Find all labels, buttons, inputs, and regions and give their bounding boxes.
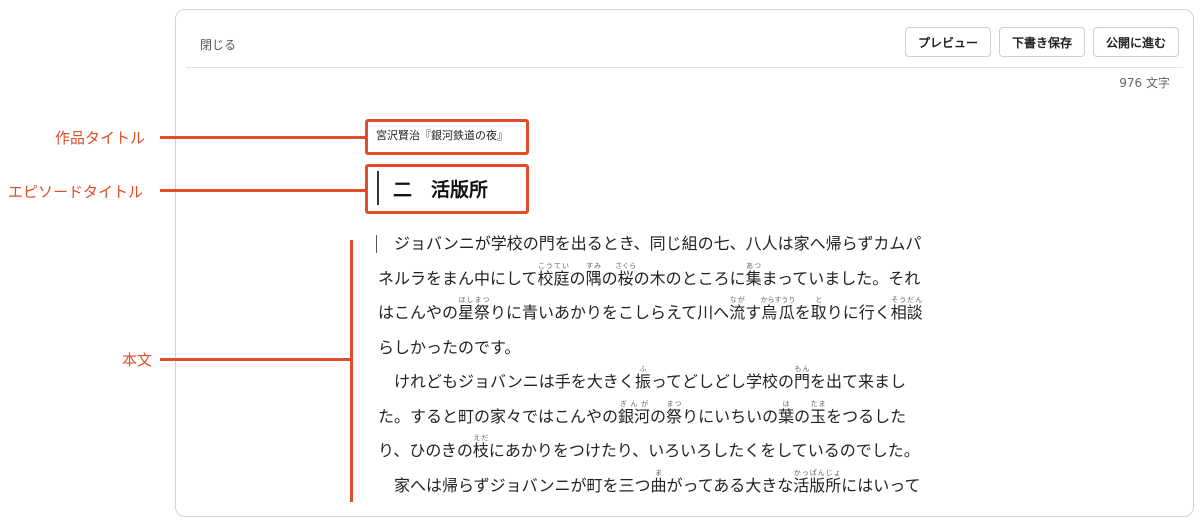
save-draft-button[interactable]: 下書き保存 bbox=[998, 27, 1085, 57]
preview-button[interactable]: プレビュー bbox=[904, 27, 991, 57]
annotation-work-title-line bbox=[160, 136, 365, 139]
toolbar-buttons: プレビュー 下書き保存 公開に進む bbox=[904, 27, 1179, 57]
body-line: はこんやの星祭ほしまつりに青いあかりをこしらえて川へ流ながす烏瓜からすうりを取と… bbox=[378, 296, 923, 322]
annotation-body-bracket bbox=[350, 240, 353, 502]
body-line: た。すると町の家々ではこんやの銀河ぎんがの祭まつりにいちいの葉はの玉たまをつるし… bbox=[378, 399, 907, 426]
annotation-body-label: 本文 bbox=[122, 351, 153, 369]
text-caret bbox=[376, 235, 377, 253]
toolbar: 閉じる プレビュー 下書き保存 公開に進む bbox=[186, 10, 1183, 68]
close-link[interactable]: 閉じる bbox=[200, 36, 236, 53]
body-line: り、ひのきの枝えだにあかりをつけたり、いろいろしたくをしているのでした。 bbox=[378, 434, 920, 460]
body-line: ネルラをまん中にして校庭こうていの隅すみの桜さくらの木のところに集あつまっていま… bbox=[378, 261, 921, 288]
body-line: ジョバンニが学校の門を出るとき、同じ組の七、八人は家へ帰らずカムパ bbox=[376, 227, 998, 262]
char-count: 976 文字 bbox=[1119, 76, 1170, 90]
work-title-highlight-box bbox=[365, 119, 529, 155]
publish-button[interactable]: 公開に進む bbox=[1092, 27, 1179, 57]
episode-title-highlight-box bbox=[365, 164, 529, 214]
body-line: 家へは帰らずジョバンニが町を三つ曲まがってある大きな活版所かっぱんじょにはいって bbox=[394, 468, 921, 495]
body-line: けれどもジョバンニは手を大きく振ふってどしどし学校の門もんを出て来まし bbox=[394, 365, 907, 391]
body-text-editor[interactable]: ジョバンニが学校の門を出るとき、同じ組の七、八人は家へ帰らずカムパ ネルラをまん… bbox=[376, 227, 998, 503]
annotation-body-line bbox=[160, 358, 350, 361]
body-line: らしかったのです。 bbox=[378, 337, 521, 357]
annotation-episode-title-label: エピソードタイトル bbox=[8, 183, 144, 201]
annotation-work-title-label: 作品タイトル bbox=[55, 129, 146, 147]
annotation-episode-title-line bbox=[160, 189, 365, 192]
